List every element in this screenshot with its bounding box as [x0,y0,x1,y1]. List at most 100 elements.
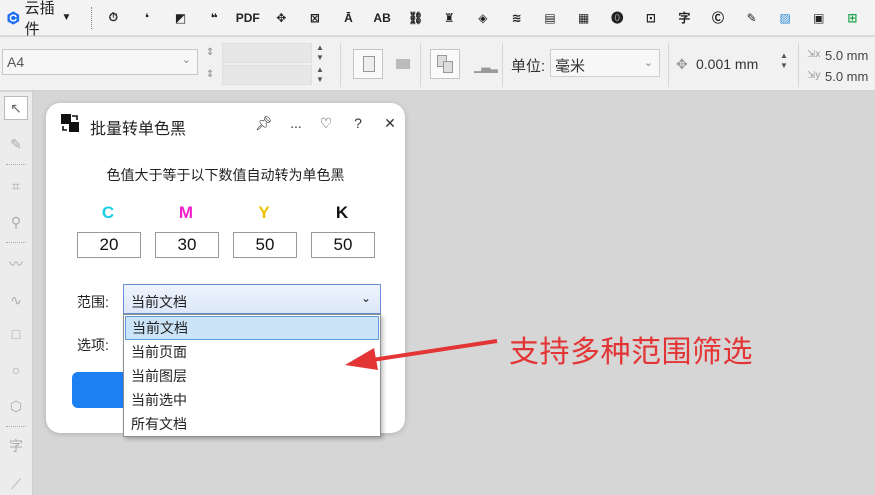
yellow-label: Y [258,203,270,222]
page-size-select[interactable]: A4 ⌄ [2,49,198,75]
current-page-icon[interactable]: ▁▃▂ [474,59,498,73]
divider [798,43,799,87]
font-convert-icon[interactable]: 字 [673,7,695,29]
page-height-field[interactable] [222,65,312,85]
shape-tool-icon[interactable]: ✎ [4,132,28,156]
divider [668,43,669,87]
close-button[interactable]: ✕ [380,113,400,133]
grid-layout-icon[interactable]: ▦ [573,7,595,29]
batch-mono-icon[interactable]: ◩ [170,7,192,29]
nudge-spinner[interactable]: ▲ ▼ [780,51,788,71]
copyright-c-icon[interactable]: Ⓒ [707,7,729,29]
image-edit-icon[interactable]: ✎ [741,7,763,29]
figure-icon[interactable]: ♜ [438,7,460,29]
document-copy-icon[interactable]: ▤ [539,7,561,29]
page-height-spinner[interactable]: ▲ ▼ [313,65,327,85]
nudge-distance-field[interactable]: 0.001 mm [696,56,758,72]
ab-text-icon[interactable]: AB [371,7,393,29]
zoom-tool-icon[interactable]: ⚲ [4,210,28,234]
number-badge-icon[interactable]: ⓿ [606,7,628,29]
black-threshold-input[interactable] [311,232,375,258]
all-pages-button[interactable] [430,49,460,79]
magenta-label: M [178,203,194,222]
freehand-tool-icon[interactable]: 〰 [4,252,28,276]
cyan-threshold-input[interactable] [77,232,141,258]
rectangle-tool-icon[interactable]: □ [4,322,28,346]
node-path-icon[interactable]: ✥ [270,7,292,29]
text-tool-icon[interactable]: 字 [4,434,28,458]
pick-tool-icon[interactable]: ↖ [4,96,28,120]
toolbar-divider [91,6,93,29]
nudge-move-icon: ✥ [676,56,688,72]
height-icon: ⇕ [206,69,215,80]
link-tag-icon[interactable]: ⛓ [405,7,427,29]
toolbox-divider [6,242,26,243]
range-option-current-document[interactable]: 当前文档 [125,316,379,340]
chevron-down-icon: ⌄ [643,57,653,69]
dialog-description: 色值大于等于以下数值自动转为单色黑 [106,167,345,183]
range-option-current-page[interactable]: 当前页面 [125,340,379,364]
duplicate-x-field[interactable]: 5.0 mm [825,48,868,63]
range-label: 范围: [77,294,109,310]
left-toolbox: ↖ ✎ ⌗ ⚲ 〰 ∿ □ ○ ⬡ 字 ⟋ [0,92,33,495]
batch-mono-logo-icon [61,114,79,132]
dialog-header: 批量转单色黑 📌︎ ... ♡ ? ✕ [46,103,405,143]
duplicate-y-icon: ⇲y [807,70,821,81]
toolbox-divider [6,164,26,165]
divider [502,43,503,87]
artistic-media-tool-icon[interactable]: ∿ [4,288,28,312]
pin-icon[interactable]: 📌︎ [254,113,274,133]
range-option-current-selection[interactable]: 当前选中 [125,388,379,412]
chevron-down-icon: ▼ [61,12,72,23]
page-size-value: A4 [7,54,25,70]
text-align-icon[interactable]: Ā [338,7,360,29]
duplicate-y-field[interactable]: 5.0 mm [825,69,868,84]
range-option-all-documents[interactable]: 所有文档 [125,412,379,436]
cloud-plugin-logo-icon [7,10,20,25]
magenta-threshold-input[interactable] [155,232,219,258]
portrait-button[interactable] [353,49,383,79]
crop-mark-icon[interactable]: ⊠ [304,7,326,29]
width-icon: ⇕ [206,47,215,58]
image-text-icon[interactable]: ⊡ [640,7,662,29]
landscape-button[interactable] [396,59,410,69]
film-image-icon[interactable]: ▣ [808,7,830,29]
cyan-label: C [101,203,115,222]
plugin-menu-button[interactable]: 云插件 ▼ [0,0,72,38]
page-icon [443,61,453,73]
range-option-current-layer[interactable]: 当前图层 [125,364,379,388]
dialog-title: 批量转单色黑 [90,121,187,138]
wave-lines-icon[interactable]: ≋ [505,7,527,29]
green-grid-icon[interactable]: ⊞ [841,7,863,29]
help-button[interactable]: ? [348,113,368,133]
favorite-heart-icon[interactable]: ♡ [316,113,336,133]
portrait-page-icon [363,56,375,72]
pdf-icon[interactable]: PDF [236,7,260,29]
picture-icon[interactable]: ▨ [774,7,796,29]
polygon-tool-icon[interactable]: ⬡ [4,394,28,418]
timer-clock-icon[interactable]: ⏱ [102,7,124,29]
unit-select[interactable]: 毫米 ⌄ [550,49,660,77]
crop-tool-icon[interactable]: ⌗ [4,174,28,198]
line-tool-icon[interactable]: ⟋ [4,472,28,495]
toolbox-divider [6,426,26,427]
range-dropdown-list: 当前文档 当前页面 当前图层 当前选中 所有文档 [123,314,381,437]
options-label: 选项: [77,337,109,353]
yellow-threshold-input[interactable] [233,232,297,258]
layers-3d-icon[interactable]: ◈ [472,7,494,29]
chevron-down-icon: ⌄ [181,54,191,66]
black-label: K [335,203,349,222]
chevron-down-icon: ⌄ [360,291,371,305]
more-button[interactable]: ... [286,113,306,133]
quote-double-icon[interactable]: ❝ [203,7,225,29]
unit-value: 毫米 [555,58,586,75]
range-selected-value: 当前文档 [131,294,187,310]
page-width-spinner[interactable]: ▲ ▼ [313,43,327,63]
range-select[interactable]: 当前文档 ⌄ [123,284,381,314]
ellipse-tool-icon[interactable]: ○ [4,358,28,382]
page-width-field[interactable] [222,43,312,63]
plugin-toolbar: 云插件 ▼ ⏱ ❛ ◩ ❝ PDF ✥ ⊠ Ā AB ⛓ ♜ ◈ ≋ ▤ ▦ ⓿ ⊡ 字 Ⓒ ✎ ▨ ▣ ⊞ [0,0,875,38]
divider [340,43,341,87]
annotation-caption: 支持多种范围筛选 [509,336,753,369]
quote-single-icon[interactable]: ❛ [136,7,158,29]
